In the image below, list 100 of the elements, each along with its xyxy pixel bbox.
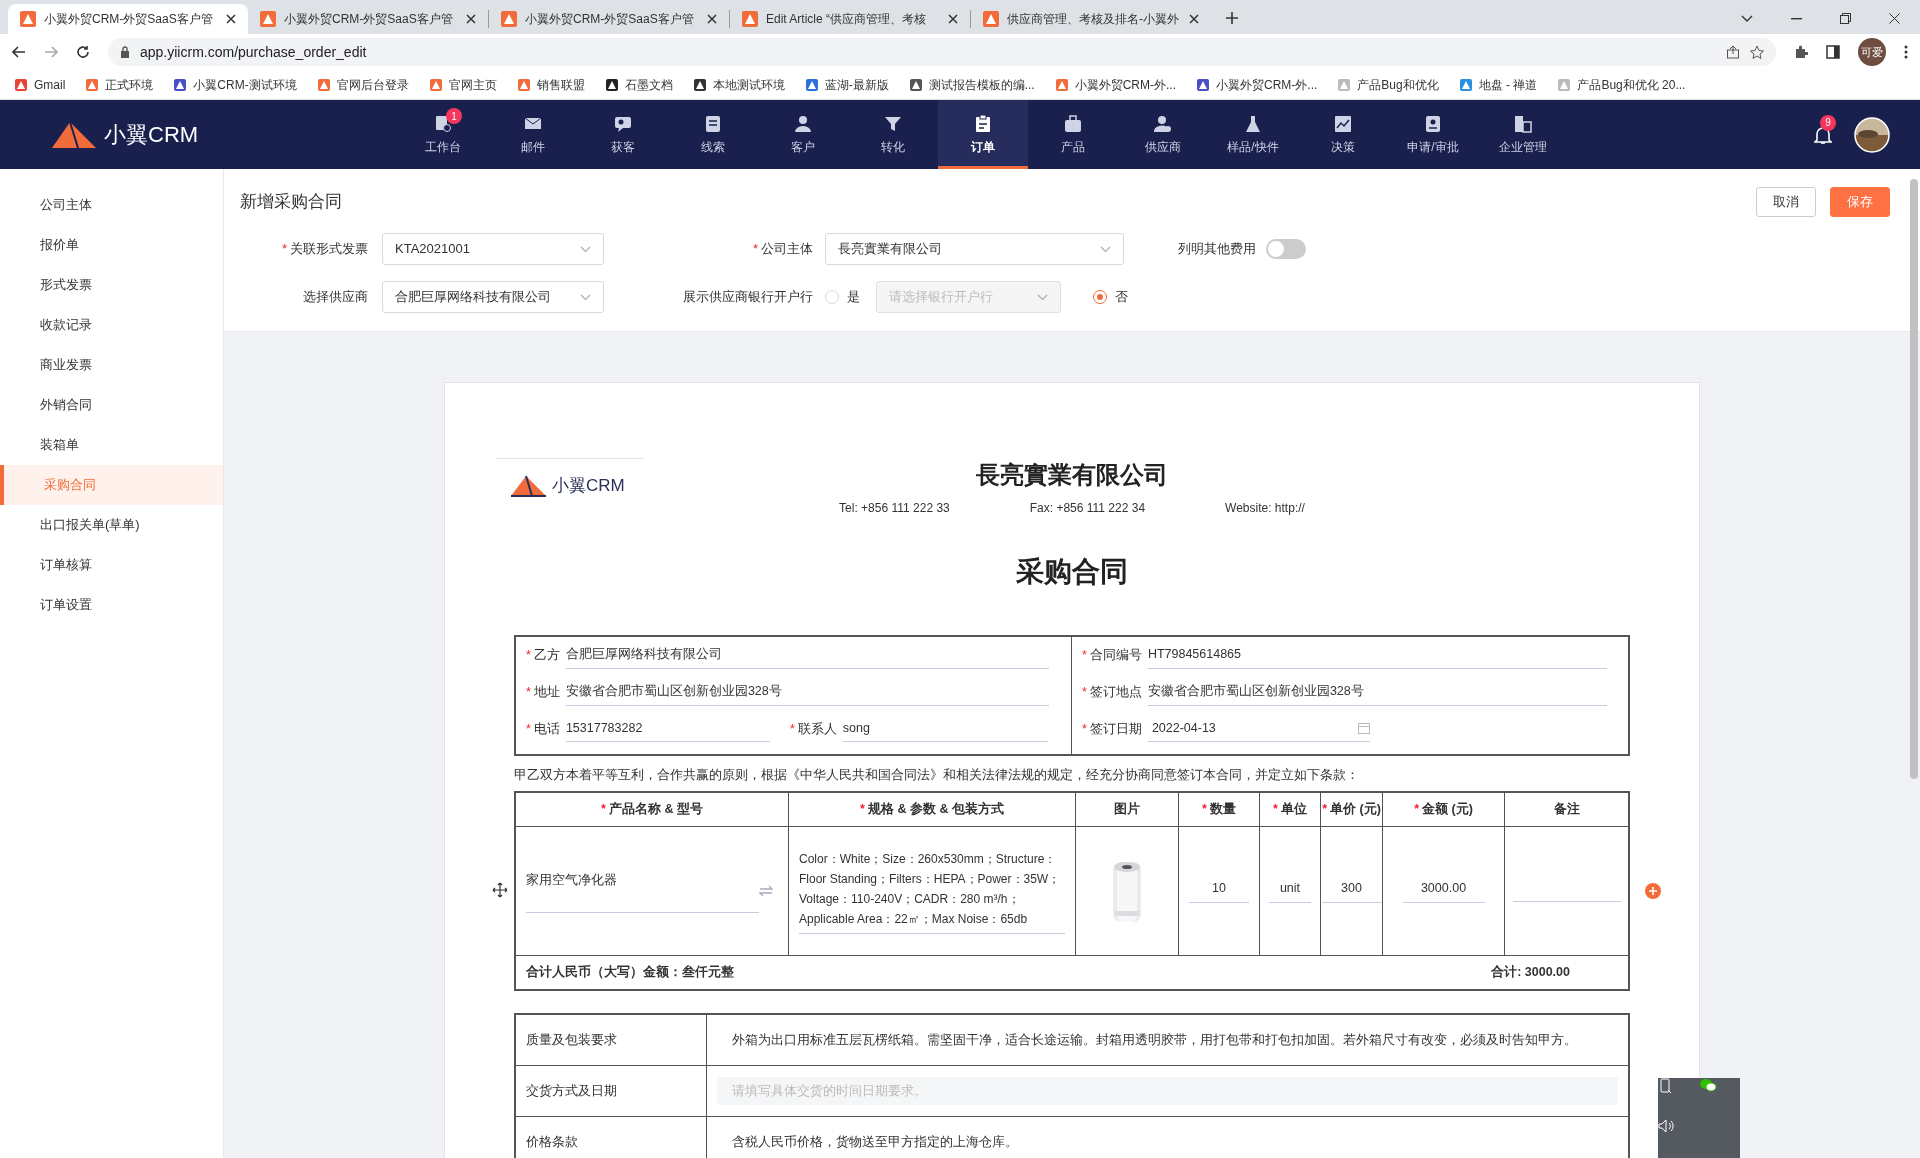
avatar[interactable]: [1854, 116, 1890, 153]
input-field[interactable]: song: [842, 718, 1048, 743]
close-icon[interactable]: [226, 14, 236, 24]
side-panel-icon[interactable]: [1826, 45, 1840, 59]
minimize-icon[interactable]: [1791, 17, 1802, 20]
sidebar-item[interactable]: 形式发票: [0, 265, 223, 305]
select-field[interactable]: 合肥巨厚网络科技有限公司: [382, 281, 604, 313]
sidebar-item[interactable]: 出口报关单(草单): [0, 505, 223, 545]
close-icon[interactable]: [948, 14, 958, 24]
sidebar-item[interactable]: 外销合同: [0, 385, 223, 425]
chevron-down-icon[interactable]: [1741, 14, 1753, 23]
field-label: 签订地点: [1089, 683, 1142, 701]
radio-option[interactable]: 否: [1093, 287, 1128, 307]
nav-item[interactable]: 邮件: [488, 100, 578, 169]
radio-option[interactable]: 是: [825, 287, 860, 307]
contact-text: Fax: +856 111 222 34: [1029, 500, 1146, 517]
input-field[interactable]: 安徽省合肥市蜀山区创新创业园328号: [1147, 681, 1607, 706]
bookmark[interactable]: 小翼外贸CRM-外...: [1054, 75, 1176, 94]
add-row-icon[interactable]: [1645, 883, 1661, 899]
nav-item[interactable]: 订单: [938, 100, 1028, 169]
share-icon[interactable]: [1726, 45, 1740, 59]
bookmark[interactable]: 小翼外贸CRM-外...: [1196, 75, 1318, 94]
select-field[interactable]: KTA2021001: [382, 233, 604, 265]
input-field[interactable]: unit: [1269, 879, 1311, 903]
back-arrow-icon[interactable]: [12, 45, 26, 59]
input-field[interactable]: Color：White；Size：260x530mm；Structure：Floor Standing；Filters：HEPA；Power：35W；Voltage：110-240V；CADR：280 m³/h；Applicable Area：22㎡；Max Noise：65db: [799, 848, 1065, 934]
bookmark[interactable]: 产品Bug和优化 20...: [1557, 75, 1686, 94]
term-label: 交货方式及日期: [516, 1066, 707, 1116]
nav-item[interactable]: 申请/审批: [1388, 100, 1478, 169]
new-tab-icon[interactable]: [1225, 11, 1239, 25]
nav-item[interactable]: 决策: [1298, 100, 1388, 169]
nav-item[interactable]: 工作台 1: [398, 100, 488, 169]
restore-icon[interactable]: [1840, 13, 1851, 24]
device-icon[interactable]: [1658, 1078, 1672, 1094]
sidebar-item[interactable]: 装箱单: [0, 425, 223, 465]
bookmark[interactable]: 石墨文档: [604, 75, 673, 94]
bookmark[interactable]: 官网后台登录: [316, 75, 409, 94]
profile-button[interactable]: 可爱: [1858, 38, 1886, 66]
select-field[interactable]: 長亮實業有限公司: [825, 233, 1124, 265]
bookmark[interactable]: Gmail: [14, 75, 66, 94]
close-icon[interactable]: [1889, 13, 1900, 24]
nav-item[interactable]: 样品/快件: [1208, 100, 1298, 169]
move-icon[interactable]: [492, 882, 508, 898]
term-text[interactable]: 外箱为出口用标准五层瓦楞纸箱。需坚固干净，适合长途运输。封箱用透明胶带，用打包带和打包扣加固。若外箱尺寸有改变，必须及时告知甲方。: [717, 1030, 1592, 1050]
input-field[interactable]: 2022-04-13: [1147, 718, 1370, 743]
sidebar-item[interactable]: 订单设置: [0, 585, 223, 625]
nav-item[interactable]: 客户: [758, 100, 848, 169]
bookmark[interactable]: 蓝湖-最新版: [804, 75, 889, 94]
bookmark[interactable]: 地盘 - 禅道: [1458, 75, 1538, 94]
chat-bubbles-icon[interactable]: [1699, 1078, 1717, 1092]
more-options-icon[interactable]: [1904, 45, 1908, 59]
browser-tab[interactable]: Edit Article “供应商管理、考核: [730, 4, 970, 34]
close-icon[interactable]: [1189, 14, 1199, 24]
sidebar-item[interactable]: 收款记录: [0, 305, 223, 345]
input-field[interactable]: 15317783282: [565, 718, 770, 743]
briefcase-icon: [1063, 113, 1083, 134]
bookmark[interactable]: 正式环境: [85, 75, 154, 94]
sidebar-item[interactable]: 商业发票: [0, 345, 223, 385]
browser-tab[interactable]: 小翼外贸CRM-外贸SaaS客户管: [248, 4, 488, 34]
browser-tab[interactable]: 供应商管理、考核及排名-小翼外: [971, 4, 1211, 34]
term-text[interactable]: 含税人民币价格，货物送至甲方指定的上海仓库。: [717, 1133, 1033, 1152]
nav-item[interactable]: 产品: [1028, 100, 1118, 169]
puzzle-icon[interactable]: [1794, 45, 1808, 59]
nav-item[interactable]: 企业管理: [1478, 100, 1568, 169]
input-field[interactable]: 300: [1321, 879, 1382, 903]
speaker-icon[interactable]: [1658, 1119, 1674, 1133]
bookmark[interactable]: 销售联盟: [516, 75, 585, 94]
chevron-down-icon: [580, 245, 591, 253]
nav-item[interactable]: 获客: [578, 100, 668, 169]
input-field[interactable]: HT79845614865: [1147, 645, 1607, 669]
bookmark[interactable]: 本地测试环境: [692, 75, 785, 94]
nav-item[interactable]: 转化: [848, 100, 938, 169]
bookmark[interactable]: 官网主页: [428, 75, 497, 94]
input-field[interactable]: 3000.00: [1402, 879, 1485, 903]
sidebar-item[interactable]: 报价单: [0, 225, 223, 265]
nav-item[interactable]: 供应商: [1118, 100, 1208, 169]
bookmark[interactable]: 测试报告模板的编...: [908, 75, 1035, 94]
input-field[interactable]: 合肥巨厚网络科技有限公司: [565, 645, 1049, 669]
input-field[interactable]: 安徽省合肥市蜀山区创新创业园328号: [565, 681, 1049, 706]
sidebar-item[interactable]: 订单核算: [0, 545, 223, 585]
field-label: 关联形式发票: [290, 240, 368, 259]
site-icon: [516, 77, 531, 92]
star-icon[interactable]: [1750, 45, 1764, 59]
cancel-button[interactable]: 取消: [1756, 187, 1816, 217]
bookmark[interactable]: 产品Bug和优化: [1337, 75, 1439, 94]
site-icon: [428, 77, 443, 92]
chevron-down-icon: [580, 293, 591, 301]
close-icon[interactable]: [466, 14, 476, 24]
address-bar[interactable]: app.yiicrm.com/purchase_order_edit: [108, 38, 1776, 66]
browser-tab[interactable]: 小翼外贸CRM-外贸SaaS客户管: [8, 4, 248, 34]
toggle-switch[interactable]: [1266, 239, 1306, 259]
reload-icon[interactable]: [76, 45, 90, 59]
close-icon[interactable]: [707, 14, 717, 24]
sidebar-item[interactable]: 公司主体: [0, 185, 223, 225]
input-field[interactable]: 10: [1189, 879, 1249, 903]
input-field[interactable]: 家用空气净化器: [526, 869, 759, 913]
bookmark[interactable]: 小翼CRM-测试环境: [173, 75, 297, 94]
browser-tab[interactable]: 小翼外贸CRM-外贸SaaS客户管: [489, 4, 729, 34]
nav-item[interactable]: 线索: [668, 100, 758, 169]
scrollbar[interactable]: [1910, 179, 1918, 779]
